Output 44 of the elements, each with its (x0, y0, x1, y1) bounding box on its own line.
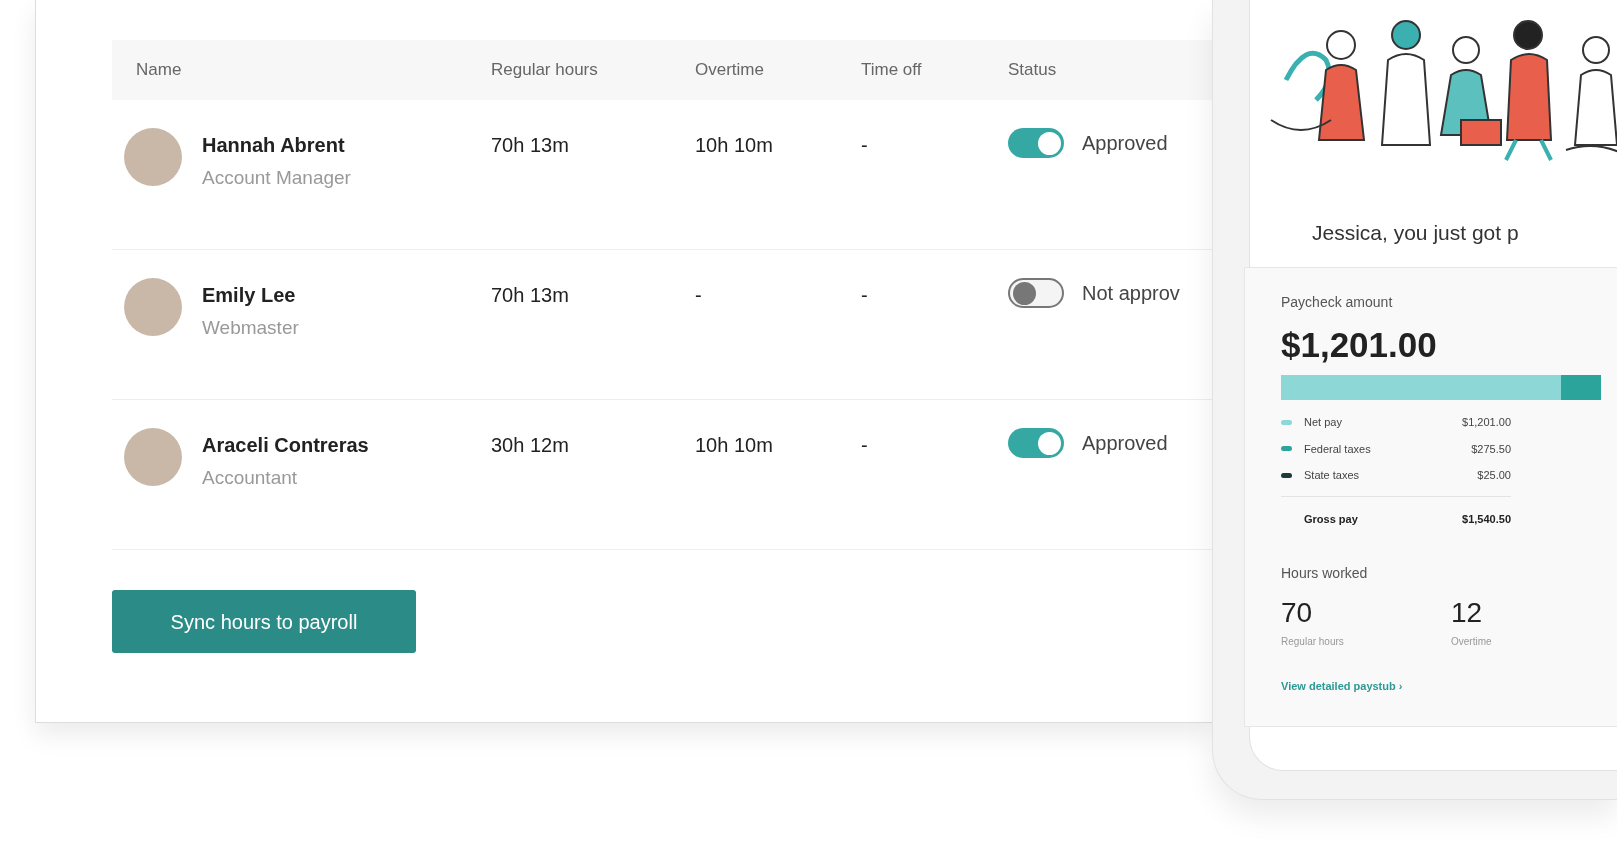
pay-message: Jessica, you just got p (1312, 221, 1519, 244)
hours-label: Overtime (1451, 635, 1493, 649)
table-cell: - (861, 284, 868, 306)
employee-role: Webmaster (202, 316, 299, 340)
column-header: Regular hours (491, 60, 598, 80)
approval-toggle[interactable] (1008, 428, 1064, 458)
employee-role: Accountant (202, 466, 299, 490)
table-cell: - (861, 134, 868, 156)
status-label: Approved (1082, 431, 1168, 456)
approval-toggle[interactable] (1008, 128, 1064, 158)
gross-pay-label: Gross pay (1304, 511, 1359, 527)
column-header: Time off (861, 60, 922, 80)
employee-role: Account Manager (202, 166, 351, 190)
gross-pay-value: $1,540.50 (1462, 511, 1511, 527)
legend-label: Net pay (1304, 415, 1343, 430)
legend-value: $25.00 (1477, 468, 1511, 483)
paycheck-label: Paycheck amount (1281, 292, 1394, 312)
table-cell: 70h 13m (491, 134, 569, 156)
legend-value: $275.50 (1471, 441, 1511, 457)
paycheck-amount: $1,201.00 (1281, 323, 1438, 366)
table-cell: - (861, 434, 868, 456)
hours-value: 12 (1451, 596, 1484, 630)
table-cell: - (695, 284, 702, 306)
column-header: Status (1008, 60, 1057, 80)
legend-label: Federal taxes (1304, 441, 1372, 457)
employee-name: Araceli Contreras (202, 433, 369, 458)
column-header: Overtime (695, 60, 764, 80)
sync-hours-button[interactable]: Sync hours to payroll (112, 590, 416, 653)
legend-label: State taxes (1304, 468, 1361, 483)
approval-toggle[interactable] (1008, 278, 1064, 308)
table-cell: 30h 12m (491, 434, 569, 456)
hours-worked-title: Hours worked (1281, 564, 1369, 583)
view-paystub-link[interactable]: View detailed paystub › (1281, 680, 1403, 692)
hours-value: 70 (1281, 596, 1314, 630)
table-cell: 10h 10m (695, 134, 773, 156)
status-label: Not approv (1082, 281, 1180, 306)
table-cell: 70h 13m (491, 284, 569, 306)
legend-value: $1,201.00 (1462, 415, 1511, 430)
status-label: Approved (1082, 131, 1168, 156)
table-cell: 10h 10m (695, 434, 773, 456)
employee-name: Emily Lee (202, 283, 297, 308)
hours-label: Regular hours (1281, 635, 1345, 649)
employee-name: Hannah Abrent (202, 133, 346, 158)
column-header: Name (136, 60, 182, 80)
